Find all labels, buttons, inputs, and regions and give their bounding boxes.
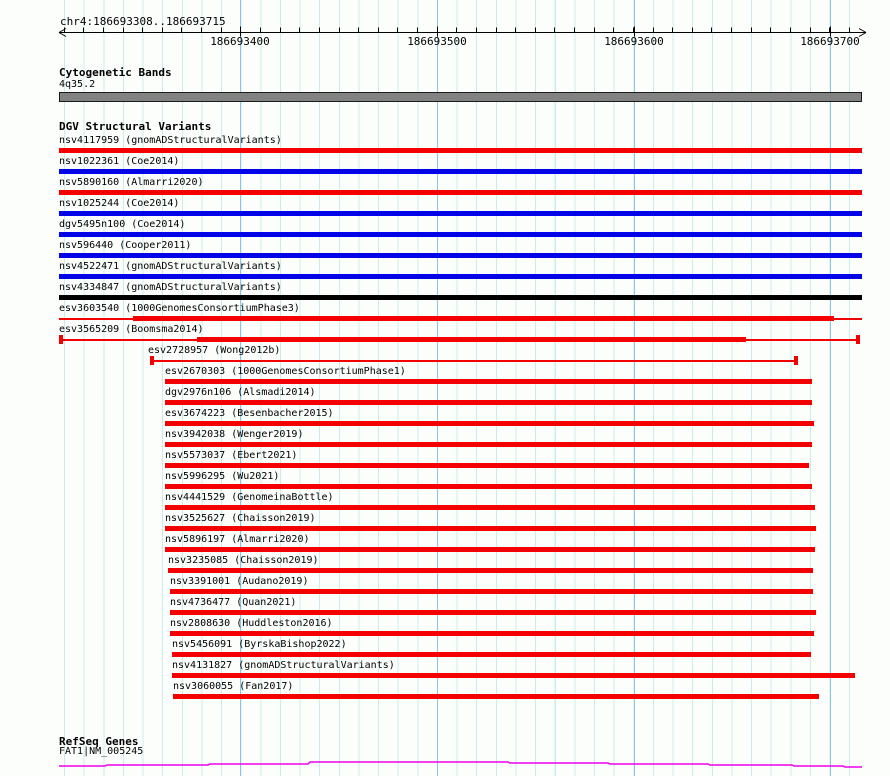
variant-bar-nsv4736477[interactable] [170, 610, 816, 615]
variant-bar-nsv5573037[interactable] [165, 463, 809, 468]
genome-browser-panel: chr4:186693308..186693715 186693400 18669… [0, 0, 890, 776]
variant-bar-nsv3942038[interactable] [165, 442, 812, 447]
variant-bar-esv3674223[interactable] [165, 421, 814, 426]
variant-label-esv3565209[interactable]: esv3565209 (Boomsma2014) [59, 324, 204, 336]
variant-label-nsv4131827[interactable]: nsv4131827 (gnomADStructuralVariants) [172, 660, 395, 672]
variant-label-nsv3391001[interactable]: nsv3391001 (Audano2019) [170, 576, 308, 588]
ruler-tick-label: 186693500 [407, 35, 467, 48]
refseq-gene-label[interactable]: FAT1|NM_005245 [59, 746, 143, 758]
variant-label-esv3603540[interactable]: esv3603540 (1000GenomesConsortiumPhase3) [59, 303, 300, 315]
variant-bar-nsv596440[interactable] [59, 253, 862, 258]
cytoband-bar-4q35-2[interactable] [59, 92, 862, 102]
variant-cap-esv3565209[interactable] [856, 335, 860, 344]
ruler-tick-label: 186693400 [210, 35, 270, 48]
variant-line-esv3565209[interactable] [63, 338, 197, 341]
variant-label-nsv4736477[interactable]: nsv4736477 (Quan2021) [170, 597, 296, 609]
variant-bar-nsv4131827[interactable] [172, 673, 855, 678]
variant-bar-nsv5890160[interactable] [59, 190, 862, 195]
variant-label-esv2728957[interactable]: esv2728957 (Wong2012b) [148, 345, 280, 357]
variant-bar-dgv2976n106[interactable] [165, 400, 812, 405]
variant-bar-nsv4334847[interactable] [59, 295, 862, 300]
variant-label-nsv5896197[interactable]: nsv5896197 (Almarri2020) [165, 534, 310, 546]
variant-bar-esv2670303[interactable] [165, 379, 812, 384]
variant-line-esv3565209[interactable] [746, 338, 856, 341]
variant-bar-nsv4117959[interactable] [59, 148, 862, 153]
grid-major-line [830, 0, 831, 776]
variant-label-esv2670303[interactable]: esv2670303 (1000GenomesConsortiumPhase1) [165, 366, 406, 378]
variant-label-dgv5495n100[interactable]: dgv5495n100 (Coe2014) [59, 219, 185, 231]
grid-major-line [634, 0, 635, 776]
variant-bar-esv3603540[interactable] [133, 316, 834, 321]
variant-bar-dgv5495n100[interactable] [59, 232, 862, 237]
variant-label-nsv5996295[interactable]: nsv5996295 (Wu2021) [165, 471, 279, 483]
cytoband-label: 4q35.2 [59, 79, 96, 90]
variant-label-nsv4117959[interactable]: nsv4117959 (gnomADStructuralVariants) [59, 135, 282, 147]
variant-bar-nsv1022361[interactable] [59, 169, 862, 174]
dgv-structural-variants-header: DGV Structural Variants [59, 120, 212, 133]
variant-label-nsv5890160[interactable]: nsv5890160 (Almarri2020) [59, 177, 204, 189]
variant-label-nsv5456091[interactable]: nsv5456091 (ByrskaBishop2022) [172, 639, 347, 651]
variant-bar-nsv5896197[interactable] [165, 547, 815, 552]
variant-bar-nsv3060055[interactable] [173, 694, 819, 699]
variant-cap-esv2728957[interactable] [794, 356, 798, 365]
variant-line-esv3603540[interactable] [834, 317, 862, 320]
variant-label-nsv2808630[interactable]: nsv2808630 (Huddleston2016) [170, 618, 333, 630]
variant-bar-nsv3235085[interactable] [168, 568, 813, 573]
variant-bar-nsv5456091[interactable] [172, 652, 811, 657]
variant-line-esv3603540[interactable] [59, 317, 133, 320]
variant-label-nsv4441529[interactable]: nsv4441529 (GenomeinaBottle) [165, 492, 334, 504]
ruler-tick-label: 186693600 [604, 35, 664, 48]
variant-label-nsv5573037[interactable]: nsv5573037 (Ebert2021) [165, 450, 297, 462]
variant-bar-nsv3391001[interactable] [170, 589, 813, 594]
cytogenetic-bands-header: Cytogenetic Bands [59, 66, 172, 79]
variant-bar-nsv2808630[interactable] [170, 631, 814, 636]
variant-line-esv2728957[interactable] [154, 359, 794, 362]
variant-label-esv3674223[interactable]: esv3674223 (Besenbacher2015) [165, 408, 334, 420]
ruler-tick-label: 186693700 [800, 35, 860, 48]
variant-label-dgv2976n106[interactable]: dgv2976n106 (Alsmadi2014) [165, 387, 316, 399]
variant-label-nsv596440[interactable]: nsv596440 (Cooper2011) [59, 240, 191, 252]
variant-label-nsv3235085[interactable]: nsv3235085 (Chaisson2019) [168, 555, 319, 567]
variant-label-nsv3060055[interactable]: nsv3060055 (Fan2017) [173, 681, 293, 693]
variant-label-nsv3525627[interactable]: nsv3525627 (Chaisson2019) [165, 513, 316, 525]
variant-bar-nsv4522471[interactable] [59, 274, 862, 279]
variant-label-nsv4522471[interactable]: nsv4522471 (gnomADStructuralVariants) [59, 261, 282, 273]
variant-bar-esv3565209[interactable] [197, 337, 746, 342]
variant-label-nsv3942038[interactable]: nsv3942038 (Wenger2019) [165, 429, 303, 441]
variant-label-nsv1022361[interactable]: nsv1022361 (Coe2014) [59, 156, 179, 168]
variant-bar-nsv3525627[interactable] [165, 526, 816, 531]
variant-bar-nsv5996295[interactable] [165, 484, 812, 489]
variant-bar-nsv1025244[interactable] [59, 211, 862, 216]
variant-label-nsv1025244[interactable]: nsv1025244 (Coe2014) [59, 198, 179, 210]
variant-label-nsv4334847[interactable]: nsv4334847 (gnomADStructuralVariants) [59, 282, 282, 294]
variant-bar-nsv4441529[interactable] [165, 505, 815, 510]
grid-major-line [437, 0, 438, 776]
